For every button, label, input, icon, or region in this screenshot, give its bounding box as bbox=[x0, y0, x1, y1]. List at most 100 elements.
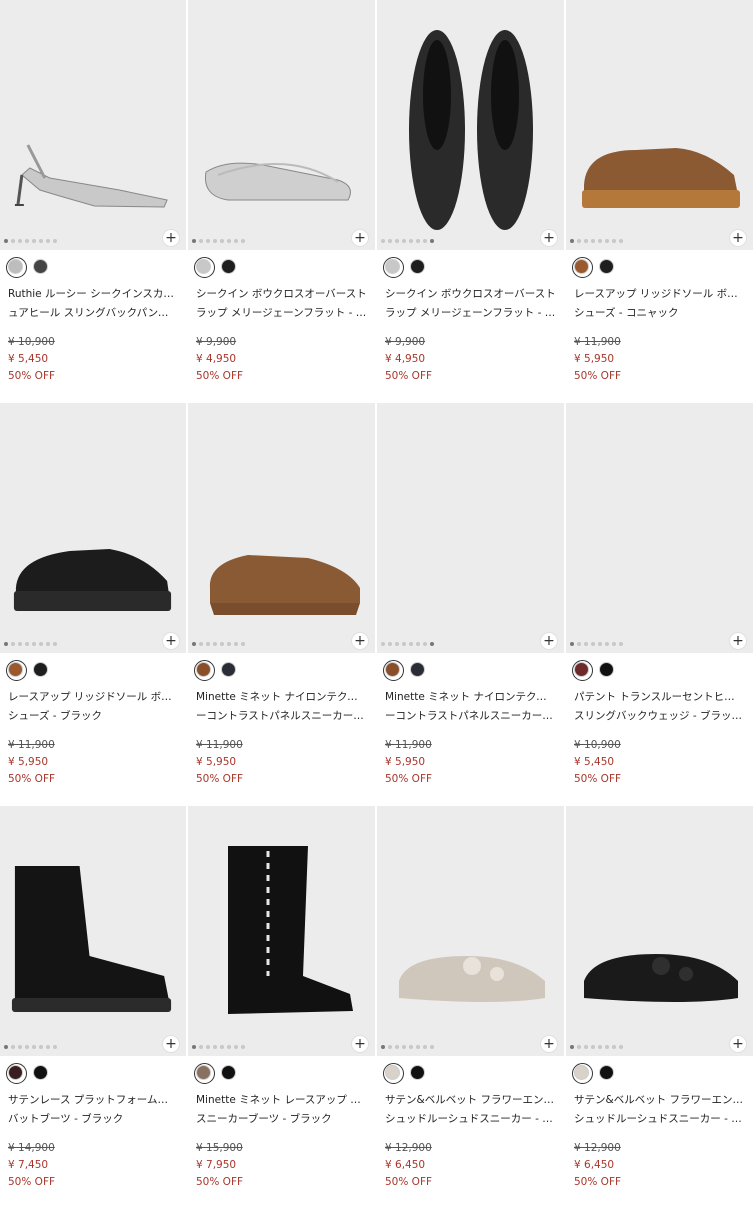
product-card[interactable]: + シークイン ボウクロスオーバースト ラップ メリージェーンフラット - ブ.… bbox=[377, 0, 564, 403]
product-card[interactable]: + Minette ミネット ナイロンテクスチャ ーコントラストパネルスニーカー… bbox=[377, 403, 564, 806]
carousel-dot[interactable] bbox=[234, 642, 238, 646]
plus-icon[interactable]: + bbox=[540, 632, 558, 650]
carousel-dot[interactable] bbox=[416, 642, 420, 646]
carousel-dot[interactable] bbox=[206, 642, 210, 646]
plus-icon[interactable]: + bbox=[351, 632, 369, 650]
carousel-dot[interactable] bbox=[416, 239, 420, 243]
carousel-dots[interactable] bbox=[192, 239, 245, 243]
carousel-dots[interactable] bbox=[192, 1045, 245, 1049]
carousel-dot[interactable] bbox=[409, 239, 413, 243]
carousel-dot[interactable] bbox=[206, 239, 210, 243]
carousel-dot[interactable] bbox=[598, 642, 602, 646]
carousel-dot[interactable] bbox=[605, 1045, 609, 1049]
carousel-dot[interactable] bbox=[423, 1045, 427, 1049]
color-swatch[interactable] bbox=[221, 259, 236, 274]
carousel-dot[interactable] bbox=[46, 1045, 50, 1049]
product-name[interactable]: パテント トランスルーセントヒール スリングバックウェッジ - ブラック... bbox=[566, 682, 753, 734]
carousel-dot[interactable] bbox=[591, 1045, 595, 1049]
product-name[interactable]: サテンレース プラットフォームコン バットブーツ - ブラック bbox=[0, 1085, 186, 1137]
carousel-dot[interactable] bbox=[423, 642, 427, 646]
carousel-dot[interactable] bbox=[32, 239, 36, 243]
carousel-dot[interactable] bbox=[591, 239, 595, 243]
carousel-dot[interactable] bbox=[220, 1045, 224, 1049]
carousel-dot[interactable] bbox=[199, 1045, 203, 1049]
plus-icon[interactable]: + bbox=[162, 229, 180, 247]
black-patent-wedge-image[interactable]: + bbox=[566, 403, 753, 653]
carousel-dot[interactable] bbox=[591, 642, 595, 646]
carousel-dot[interactable] bbox=[220, 642, 224, 646]
plus-icon[interactable]: + bbox=[351, 229, 369, 247]
black-sequin-flat-image[interactable]: + bbox=[377, 0, 564, 250]
carousel-dot[interactable] bbox=[577, 1045, 581, 1049]
carousel-dot[interactable] bbox=[25, 642, 29, 646]
carousel-dots[interactable] bbox=[381, 642, 434, 646]
carousel-dot[interactable] bbox=[46, 239, 50, 243]
plus-icon[interactable]: + bbox=[540, 1035, 558, 1053]
color-swatch[interactable] bbox=[410, 259, 425, 274]
carousel-dot[interactable] bbox=[241, 642, 245, 646]
carousel-dot[interactable] bbox=[570, 239, 574, 243]
product-name[interactable]: Minette ミネット レースアップ ロング スニーカーブーツ - ブラック bbox=[188, 1085, 375, 1137]
color-swatch[interactable] bbox=[599, 1065, 614, 1080]
carousel-dots[interactable] bbox=[192, 642, 245, 646]
model-black-sneaker-image[interactable]: + bbox=[377, 403, 564, 653]
black-long-sneaker-boot-image[interactable]: + bbox=[188, 806, 375, 1056]
carousel-dot[interactable] bbox=[605, 239, 609, 243]
product-name[interactable]: レースアップ リッジドソール ボート シューズ - ブラック bbox=[0, 682, 186, 734]
carousel-dot[interactable] bbox=[32, 642, 36, 646]
carousel-dot[interactable] bbox=[395, 642, 399, 646]
product-card[interactable]: + パテント トランスルーセントヒール スリングバックウェッジ - ブラック..… bbox=[566, 403, 753, 806]
color-swatch[interactable] bbox=[194, 257, 215, 278]
carousel-dot[interactable] bbox=[409, 642, 413, 646]
carousel-dot[interactable] bbox=[388, 642, 392, 646]
carousel-dot[interactable] bbox=[402, 642, 406, 646]
color-swatch[interactable] bbox=[572, 257, 593, 278]
product-name[interactable]: シークイン ボウクロスオーバースト ラップ メリージェーンフラット - ブ... bbox=[377, 279, 564, 331]
black-combat-boot-image[interactable]: + bbox=[0, 806, 186, 1056]
cognac-boat-shoe-image[interactable]: + bbox=[566, 0, 753, 250]
carousel-dot[interactable] bbox=[32, 1045, 36, 1049]
color-swatch[interactable] bbox=[194, 660, 215, 681]
carousel-dot[interactable] bbox=[388, 1045, 392, 1049]
carousel-dot[interactable] bbox=[11, 642, 15, 646]
carousel-dot[interactable] bbox=[206, 1045, 210, 1049]
carousel-dot[interactable] bbox=[619, 1045, 623, 1049]
product-card[interactable]: + レースアップ リッジドソール ボート シューズ - コニャック ¥ 11,9… bbox=[566, 0, 753, 403]
carousel-dot[interactable] bbox=[234, 1045, 238, 1049]
color-swatch[interactable] bbox=[599, 259, 614, 274]
carousel-dot[interactable] bbox=[619, 642, 623, 646]
carousel-dot[interactable] bbox=[220, 239, 224, 243]
product-card[interactable]: + シークイン ボウクロスオーバースト ラップ メリージェーンフラット - シ.… bbox=[188, 0, 375, 403]
color-swatch[interactable] bbox=[194, 1063, 215, 1084]
plus-icon[interactable]: + bbox=[351, 1035, 369, 1053]
carousel-dot[interactable] bbox=[11, 239, 15, 243]
carousel-dot[interactable] bbox=[4, 239, 8, 243]
carousel-dot[interactable] bbox=[430, 239, 434, 243]
carousel-dot[interactable] bbox=[577, 239, 581, 243]
color-swatch[interactable] bbox=[383, 660, 404, 681]
carousel-dot[interactable] bbox=[213, 1045, 217, 1049]
carousel-dot[interactable] bbox=[39, 642, 43, 646]
color-swatch[interactable] bbox=[572, 1063, 593, 1084]
carousel-dots[interactable] bbox=[4, 642, 57, 646]
carousel-dot[interactable] bbox=[598, 1045, 602, 1049]
carousel-dot[interactable] bbox=[612, 642, 616, 646]
plus-icon[interactable]: + bbox=[729, 1035, 747, 1053]
product-card[interactable]: + サテン&ベルベット フラワーエンベリ シュッドルーシュドスニーカー - ブ.… bbox=[566, 806, 753, 1209]
color-swatch[interactable] bbox=[383, 1063, 404, 1084]
carousel-dot[interactable] bbox=[577, 642, 581, 646]
color-swatch[interactable] bbox=[33, 1065, 48, 1080]
product-card[interactable]: + Ruthie ルーシー シークインスカルプチ ュアヒール スリングバックパン… bbox=[0, 0, 186, 403]
carousel-dots[interactable] bbox=[570, 1045, 623, 1049]
product-card[interactable]: + Minette ミネット ナイロンテクスチャ ーコントラストパネルスニーカー… bbox=[188, 403, 375, 806]
carousel-dot[interactable] bbox=[192, 642, 196, 646]
carousel-dot[interactable] bbox=[4, 642, 8, 646]
carousel-dot[interactable] bbox=[416, 1045, 420, 1049]
carousel-dot[interactable] bbox=[381, 239, 385, 243]
product-card[interactable]: + サテンレース プラットフォームコン バットブーツ - ブラック ¥ 14,9… bbox=[0, 806, 186, 1209]
color-swatch[interactable] bbox=[6, 257, 27, 278]
carousel-dot[interactable] bbox=[227, 239, 231, 243]
carousel-dot[interactable] bbox=[213, 239, 217, 243]
carousel-dot[interactable] bbox=[381, 642, 385, 646]
carousel-dot[interactable] bbox=[584, 642, 588, 646]
